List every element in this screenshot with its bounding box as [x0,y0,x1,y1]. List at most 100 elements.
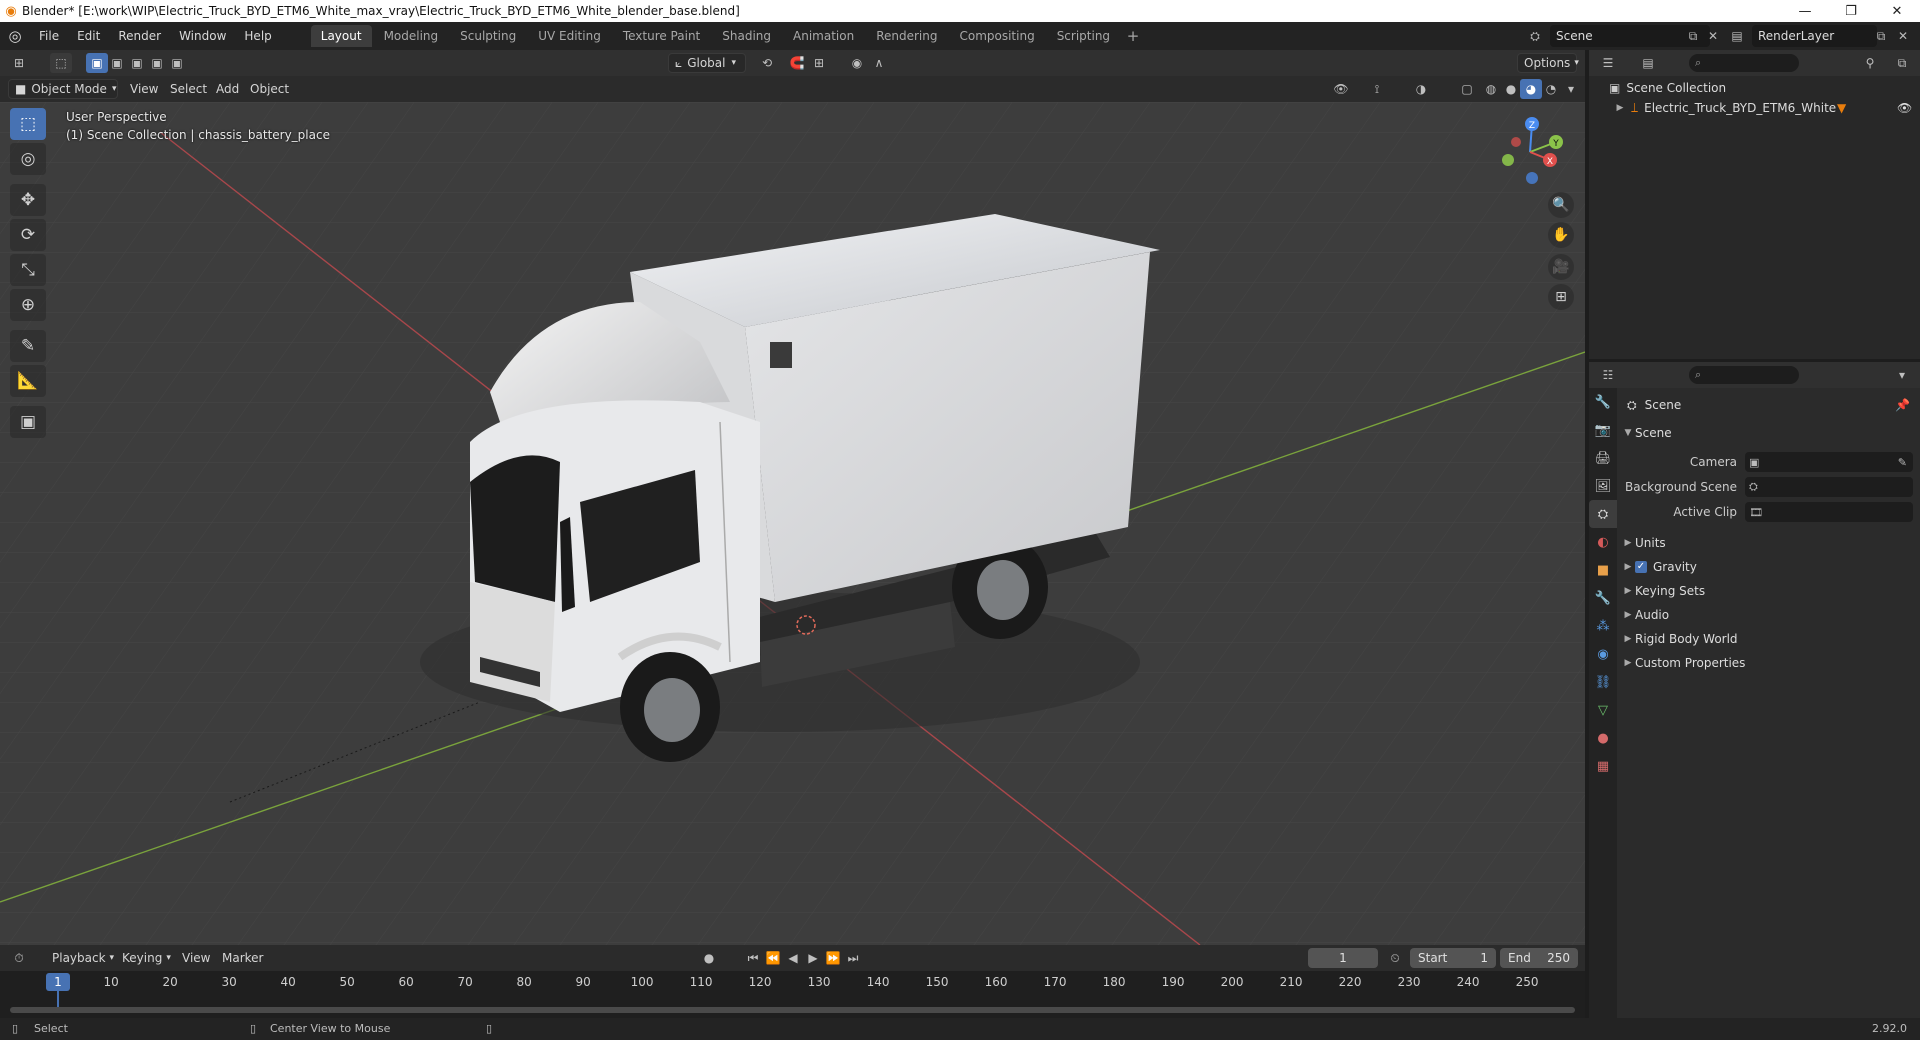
remove-scene-icon[interactable]: ✕ [1702,25,1724,47]
new-view-layer-icon[interactable]: ⧉ [1870,25,1892,47]
panel-rigid-body-world[interactable]: ▶ Rigid Body World [1617,628,1920,650]
viewport-menu-select[interactable]: Select [164,79,213,99]
viewport-menu-view[interactable]: View [124,79,164,99]
timeline-menu-marker[interactable]: Marker [216,948,269,968]
menu-window[interactable]: Window [170,22,235,50]
outliner-editor-type-icon[interactable]: ☰ [1597,53,1619,73]
active-clip-field[interactable]: 🎞 [1745,502,1913,522]
jump-next-keyframe-icon[interactable]: ⏩ [822,948,844,968]
properties-options-icon[interactable]: ▾ [1891,365,1913,385]
transform-orientation-dropdown[interactable]: ⟀ Global ▾ [668,53,746,73]
constraints-tab-icon[interactable]: ⛓ [1589,668,1617,696]
end-frame-field[interactable]: End 250 [1500,948,1578,968]
overlays-toggle-icon[interactable]: ◑ [1410,79,1432,99]
physics-tab-icon[interactable]: ◉ [1589,640,1617,668]
select-mode-invert-icon[interactable]: ▣ [166,53,188,73]
select-mode-subtract-icon[interactable]: ▣ [126,53,148,73]
background-scene-field[interactable]: ⛭ [1745,477,1913,497]
play-reverse-icon[interactable]: ◀ [782,948,804,968]
display-mode-icon[interactable]: ▤ [1637,53,1659,73]
jump-prev-keyframe-icon[interactable]: ⏪ [762,948,784,968]
output-tab-icon[interactable]: 🖨 [1589,444,1617,472]
modifier-tab-icon[interactable]: 🔧 [1589,584,1617,612]
scene-tab-icon[interactable]: ⛭ [1589,500,1617,528]
object-mode-dropdown[interactable]: ■ Object Mode ▾ [8,79,118,99]
proportional-falloff-icon[interactable]: ∧ [868,53,890,73]
object-tab-icon[interactable]: ■ [1589,556,1617,584]
select-mode-extend-icon[interactable]: ▣ [106,53,128,73]
move-tool-icon[interactable]: ✥ [10,184,46,216]
annotate-tool-icon[interactable]: ✎ [10,330,46,362]
tab-scripting[interactable]: Scripting [1047,25,1120,47]
properties-editor-type-icon[interactable]: ☷ [1597,365,1619,385]
play-icon[interactable]: ▶ [802,948,824,968]
restore-button[interactable]: ❐ [1828,0,1874,22]
scene-panel-header[interactable]: ▼ Scene [1617,422,1920,444]
editor-type-icon[interactable]: ⊞ [8,53,30,73]
scale-tool-icon[interactable]: ⤡ [10,254,46,286]
world-tab-icon[interactable]: ◐ [1589,528,1617,556]
viewport-menu-object[interactable]: Object [244,79,295,99]
wireframe-shading-icon[interactable]: ◍ [1480,79,1502,99]
shading-options-icon[interactable]: ▾ [1560,79,1582,99]
select-box-tool-icon[interactable]: ⬚ [10,108,46,140]
panel-units[interactable]: ▶ Units [1617,532,1920,554]
gizmo-toggle-icon[interactable]: ⟟ [1366,79,1388,99]
panel-custom-properties[interactable]: ▶ Custom Properties [1617,652,1920,674]
pin-icon[interactable]: 📌 [1895,398,1910,412]
snap-target-icon[interactable]: ⊞ [808,53,830,73]
proportional-editing-icon[interactable]: ◉ [846,53,868,73]
add-workspace-icon[interactable]: + [1122,25,1144,47]
timeline-menu-playback[interactable]: Playback ▾ [46,948,120,968]
jump-start-icon[interactable]: ⏮ [742,948,764,968]
tab-texture-paint[interactable]: Texture Paint [613,25,710,47]
tab-uv-editing[interactable]: UV Editing [528,25,611,47]
render-tab-icon[interactable]: 📷 [1589,416,1617,444]
view-layer-field[interactable]: RenderLayer [1752,25,1877,47]
tab-rendering[interactable]: Rendering [866,25,947,47]
measure-tool-icon[interactable]: 📐 [10,365,46,397]
pivot-point-icon[interactable]: ⟲ [756,53,778,73]
navigation-gizmo[interactable]: Z Y X [1490,110,1570,190]
timeline-menu-keying[interactable]: Keying ▾ [116,948,177,968]
playhead[interactable]: 1 [46,973,70,991]
gravity-checkbox[interactable]: ✓ [1635,561,1647,573]
rotate-tool-icon[interactable]: ⟳ [10,219,46,251]
particles-tab-icon[interactable]: ⁂ [1589,612,1617,640]
panel-gravity[interactable]: ▶ ✓ Gravity [1617,556,1920,578]
expand-arrow-icon[interactable]: ▶ [1613,103,1627,113]
visibility-icon[interactable]: 👁 [1330,79,1352,99]
properties-search-input[interactable]: ⌕ [1689,366,1799,384]
timeline-menu-view[interactable]: View [176,948,216,968]
start-frame-field[interactable]: Start 1 [1410,948,1496,968]
tab-compositing[interactable]: Compositing [949,25,1044,47]
perspective-toggle-icon[interactable]: ⊞ [1548,284,1574,310]
close-button[interactable]: ✕ [1874,0,1920,22]
menu-file[interactable]: File [30,22,68,50]
texture-tab-icon[interactable]: ▦ [1589,752,1617,780]
menu-render[interactable]: Render [109,22,170,50]
timeline-editor-type-icon[interactable]: ⏱ [8,948,30,968]
outliner-row-truck[interactable]: ▶ ⟘ Electric_Truck_BYD_ETM6_White ▼ 👁 [1589,98,1920,118]
options-dropdown[interactable]: Options ▾ [1517,53,1579,73]
record-keyframe-icon[interactable]: ● [698,948,720,968]
select-box-tool-icon[interactable]: ⬚ [50,53,72,73]
visibility-eye-icon[interactable]: 👁 [1897,101,1912,115]
blender-logo-icon[interactable]: ◎ [0,22,30,50]
tab-animation[interactable]: Animation [783,25,864,47]
tool-tab-icon[interactable]: 🔧 [1589,388,1617,416]
view-layer-tab-icon[interactable]: 🖼 [1589,472,1617,500]
eyedropper-icon[interactable]: ✎ [1898,456,1907,469]
timeline-ruler[interactable]: 1 10 20 30 40 50 60 70 80 90 100 110 120 130 140 150 16… [0,971,1585,1018]
tab-shading[interactable]: Shading [712,25,781,47]
pan-view-icon[interactable]: ✋ [1548,222,1574,248]
cursor-tool-icon[interactable]: ◎ [10,143,46,175]
menu-edit[interactable]: Edit [68,22,109,50]
3d-viewport[interactable]: User Perspective (1) Scene Collection | … [0,102,1585,945]
rendered-shading-icon[interactable]: ◔ [1540,79,1562,99]
remove-view-layer-icon[interactable]: ✕ [1892,25,1914,47]
snap-icon[interactable]: 🧲 [786,53,808,73]
tab-sculpting[interactable]: Sculpting [450,25,526,47]
select-mode-new-icon[interactable]: ▣ [86,53,108,73]
current-frame-field[interactable]: 1 [1308,948,1378,968]
